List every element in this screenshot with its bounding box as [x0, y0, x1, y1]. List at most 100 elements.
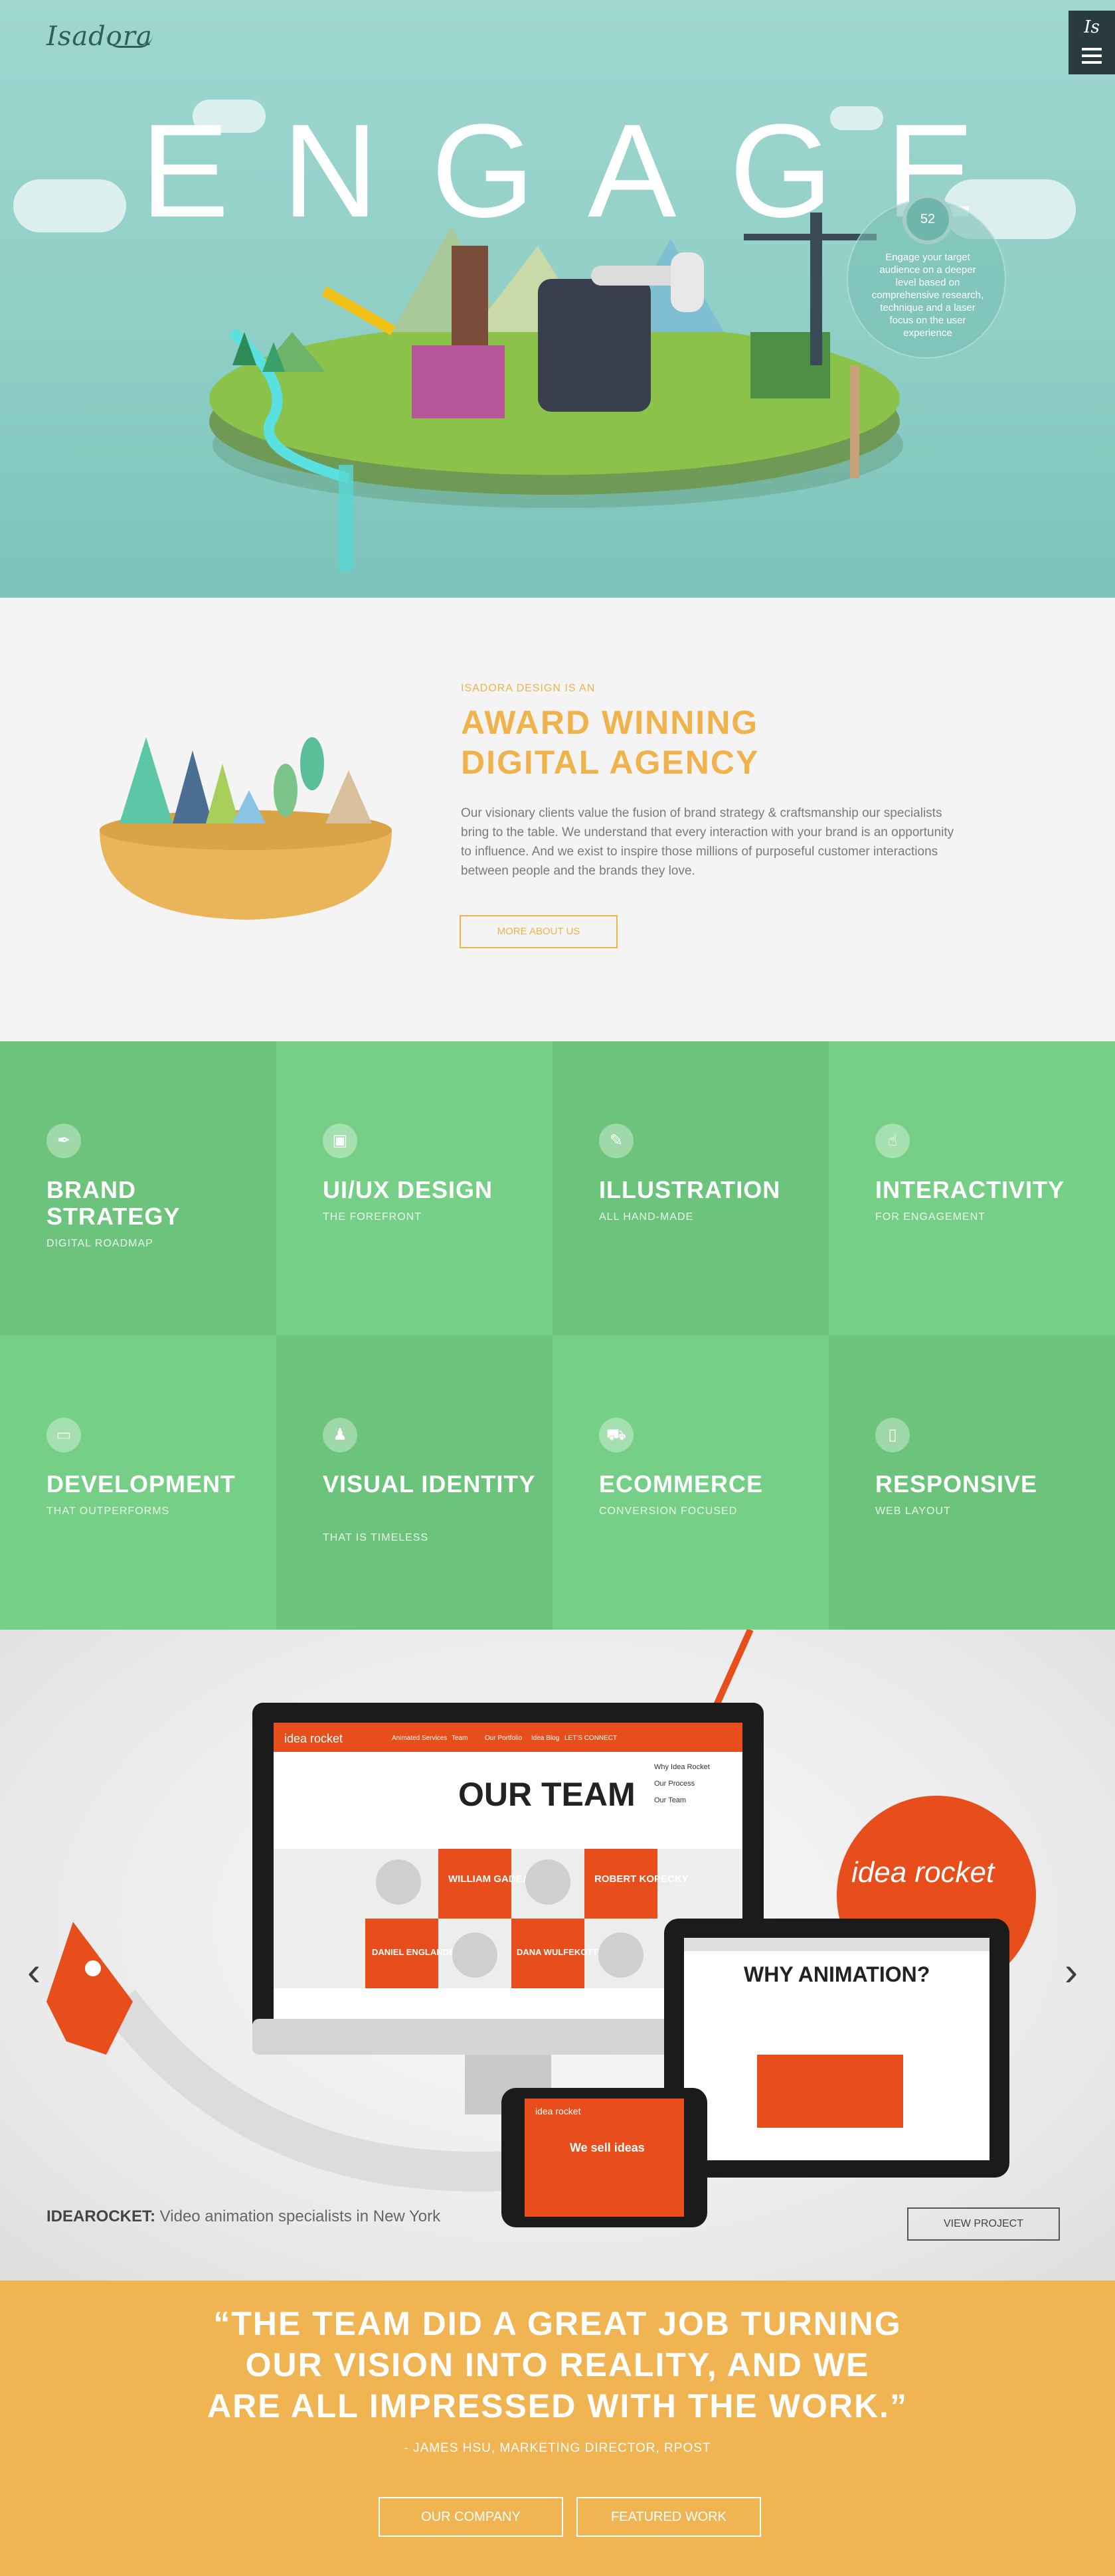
team-portrait	[376, 1859, 421, 1905]
mock-nav-item: Animated Services	[392, 1735, 447, 1742]
badge-number: 52	[902, 194, 953, 244]
idearocket-devices-illustration: idea rocket idea rocket Animated Service…	[46, 1630, 1036, 2227]
team-name: WILLIAM GADEA	[448, 1873, 530, 1885]
tree-icon	[274, 764, 298, 817]
conveyor-belt	[591, 266, 684, 286]
agency-title: AWARD WINNING DIGITAL AGENCY	[461, 703, 992, 782]
menu-logo-mark: Is	[1084, 17, 1100, 37]
mock-nav-item: Team	[452, 1735, 468, 1742]
service-tile[interactable]: ♟ VISUAL IDENTITY THAT IS TIMELESS	[276, 1335, 553, 1630]
tree-icon	[325, 770, 372, 823]
agency-pretitle: ISADORA DESIGN IS AN	[461, 683, 596, 694]
factory-tower	[452, 246, 488, 359]
hero-island-illustration	[209, 213, 903, 571]
mock-side-link: Our Team	[654, 1796, 686, 1804]
mock-side-link: Why Idea Rocket	[654, 1763, 710, 1771]
stamp-icon: ♟	[323, 1418, 357, 1452]
service-tile[interactable]: ☝ INTERACTIVITY FOR ENGAGEMENT	[829, 1041, 1115, 1335]
agency-section: ISADORA DESIGN IS AN AWARD WINNING DIGIT…	[0, 598, 1115, 1041]
team-portrait	[598, 1932, 643, 1978]
project-caption: IDEAROCKET: Video animation specialists …	[46, 2207, 440, 2226]
team-name: ROBERT KOPECKY	[594, 1873, 689, 1885]
tree-icon	[120, 737, 173, 823]
team-name: DANA WULFEKOTTE	[517, 1947, 604, 1957]
project-description: Video animation specialists in New York	[155, 2207, 441, 2225]
pen-nib-icon: ✒	[46, 1124, 81, 1158]
phone-logo: idea rocket	[535, 2106, 581, 2116]
service-subtitle: THAT OUTPERFORMS	[46, 1505, 170, 1517]
service-title: ECOMMERCE	[599, 1470, 764, 1498]
service-tile[interactable]: ⛟ ECOMMERCE CONVERSION FOCUSED	[553, 1335, 829, 1630]
badge-text: Engage your target audience on a deeper …	[871, 252, 984, 339]
brand-circle-logo: idea rocket	[851, 1856, 995, 1889]
tree-icon	[206, 764, 239, 823]
team-portrait	[452, 1932, 497, 1978]
services-grid: ✒ BRAND STRATEGY DIGITAL ROADMAP ▣ UI/UX…	[0, 1041, 1115, 1630]
hamburger-icon	[1082, 48, 1102, 68]
quote-line: ARE ALL IMPRESSED WITH THE WORK.”	[207, 2387, 908, 2425]
service-subtitle: THE FOREFRONT	[323, 1211, 422, 1223]
mock-title: OUR TEAM	[458, 1776, 636, 1813]
monitor-icon: ▭	[46, 1418, 81, 1452]
service-tile[interactable]: ▯ RESPONSIVE WEB LAYOUT	[829, 1335, 1115, 1630]
rocket-icon	[46, 1922, 133, 2055]
service-tile[interactable]: ▣ UI/UX DESIGN THE FOREFRONT	[276, 1041, 553, 1335]
cart-icon: ⛟	[599, 1418, 634, 1452]
agency-description: Our visionary clients value the fusion o…	[461, 806, 954, 878]
service-title: VISUAL IDENTITY	[323, 1470, 536, 1498]
propeller	[850, 365, 859, 478]
service-tile[interactable]: ✒ BRAND STRATEGY DIGITAL ROADMAP	[0, 1041, 276, 1335]
tree-icon	[300, 737, 324, 790]
mock-nav-item: Idea Blog	[531, 1735, 559, 1742]
factory-hall	[538, 279, 651, 412]
layout-icon: ▣	[323, 1124, 357, 1158]
chevron-left-icon[interactable]: ‹	[17, 1948, 50, 1995]
service-subtitle: THAT IS TIMELESS	[323, 1532, 429, 1543]
quote-author: - JAMES HSU, MARKETING DIRECTOR, RPOST	[404, 2441, 711, 2455]
yellow-arm	[321, 286, 396, 335]
menu-button[interactable]: Is	[1069, 11, 1115, 74]
tree-icon	[232, 790, 266, 823]
team-portrait	[525, 1859, 570, 1905]
service-subtitle: ALL HAND-MADE	[599, 1211, 694, 1223]
quote-line: OUR VISION INTO REALITY, AND WE	[245, 2346, 870, 2383]
phone-text: We sell ideas	[570, 2141, 645, 2154]
tablet-graphic	[757, 2055, 903, 2128]
service-subtitle: WEB LAYOUT	[875, 1505, 951, 1517]
phone-icon: ▯	[875, 1418, 910, 1452]
forest-island-illustration	[100, 737, 392, 920]
view-project-button[interactable]: VIEW PROJECT	[907, 2207, 1060, 2241]
more-about-us-button[interactable]: MORE ABOUT US	[460, 915, 618, 948]
service-subtitle: CONVERSION FOCUSED	[599, 1505, 738, 1517]
agency-title-line: AWARD WINNING	[461, 704, 759, 741]
brush-icon: ✎	[599, 1124, 634, 1158]
mock-logo: idea rocket	[284, 1732, 343, 1745]
service-subtitle: FOR ENGAGEMENT	[875, 1211, 986, 1223]
hero-section: Isadora Is ENGAGE 52 Engage your target …	[0, 0, 1115, 598]
mock-nav-item: LET'S CONNECT	[564, 1735, 617, 1742]
chevron-right-icon[interactable]: ›	[1055, 1948, 1088, 1995]
project-name: IDEAROCKET:	[46, 2207, 156, 2225]
quote-line: “THE TEAM DID A GREAT JOB TURNING	[213, 2305, 902, 2342]
tree-icon	[173, 750, 213, 823]
hero-info-badge: 52 Engage your target audience on a deep…	[847, 194, 1006, 359]
our-company-button[interactable]: OUR COMPANY	[379, 2497, 563, 2537]
logo-swash	[106, 35, 153, 48]
project-showcase: idea rocket idea rocket Animated Service…	[0, 1630, 1115, 2280]
mock-side-link: Our Process	[654, 1780, 695, 1788]
service-title: INTERACTIVITY	[875, 1176, 1065, 1203]
service-subtitle: DIGITAL ROADMAP	[46, 1238, 153, 1249]
mock-nav-item: Our Portfolio	[485, 1735, 523, 1742]
tablet-title: WHY ANIMATION?	[744, 1962, 930, 1986]
team-name: DANIEL ENGLANDER	[372, 1947, 462, 1957]
testimonial-section: “THE TEAM DID A GREAT JOB TURNING OUR VI…	[0, 2280, 1115, 2576]
agency-title-line: DIGITAL AGENCY	[461, 744, 760, 781]
featured-work-button[interactable]: FEATURED WORK	[576, 2497, 761, 2537]
service-tile[interactable]: ▭ DEVELOPMENT THAT OUTPERFORMS	[0, 1335, 276, 1630]
service-title: RESPONSIVE	[875, 1470, 1038, 1498]
waterfall	[339, 465, 353, 571]
touch-icon: ☝	[875, 1124, 910, 1158]
service-title: UI/UX DESIGN	[323, 1176, 493, 1203]
silo	[671, 252, 704, 312]
service-tile[interactable]: ✎ ILLUSTRATION ALL HAND-MADE	[553, 1041, 829, 1335]
